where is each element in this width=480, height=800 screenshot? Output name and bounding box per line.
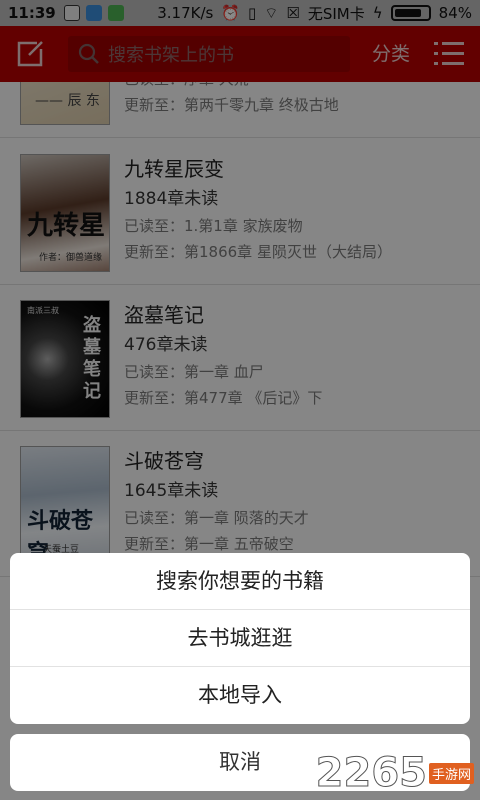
browse-store-option[interactable]: 去书城逛逛 — [10, 610, 470, 667]
watermark-logo: 2265 手游网 — [315, 750, 474, 797]
action-sheet: 搜索你想要的书籍 去书城逛逛 本地导入 — [10, 553, 470, 724]
local-import-option[interactable]: 本地导入 — [10, 667, 470, 724]
watermark-text: 手游网 — [428, 762, 474, 784]
search-books-option[interactable]: 搜索你想要的书籍 — [10, 553, 470, 610]
watermark-number: 2265 — [315, 750, 427, 797]
